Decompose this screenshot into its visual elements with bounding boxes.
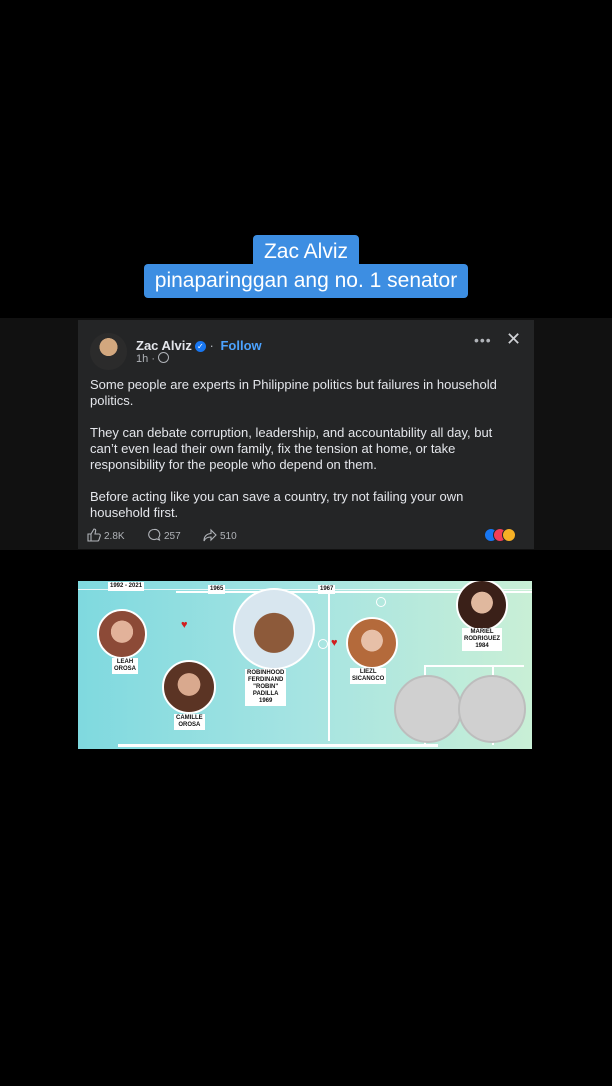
- post-header: Zac Alviz ✓ · Follow: [136, 338, 262, 353]
- ring-icon: [318, 639, 328, 649]
- caption-line-2: pinaparinggan ang no. 1 senator: [0, 264, 612, 298]
- child-placeholder-photo: [394, 675, 462, 743]
- share-count: 510: [220, 531, 237, 542]
- close-icon[interactable]: ✕: [506, 329, 521, 350]
- like-icon: [87, 528, 101, 542]
- like-count: 2.8K: [104, 531, 125, 542]
- post-paragraph-1: Some people are experts in Philippine po…: [90, 377, 497, 408]
- comment-count: 257: [164, 531, 181, 542]
- mariel-rodriguez-label: MARIEL RODRIGUEZ 1984: [462, 628, 502, 651]
- robin-padilla-label: ROBINHOOD FERDINAND "ROBIN" PADILLA 1969: [245, 669, 287, 706]
- robin-padilla-photo: [233, 588, 315, 670]
- verified-badge-icon: ✓: [194, 341, 206, 352]
- share-button[interactable]: 510: [203, 528, 237, 542]
- post-paragraph-3: Before acting like you can save a countr…: [90, 489, 464, 520]
- follow-button[interactable]: Follow: [220, 338, 261, 353]
- child-placeholder-photo: [458, 675, 526, 743]
- share-icon: [203, 528, 217, 542]
- mariel-rodriguez-photo: [456, 581, 508, 631]
- leah-orosa-label: LEAH OROSA: [112, 658, 139, 674]
- liezl-sicangco-photo: [346, 617, 398, 669]
- broken-heart-icon: ♥: [331, 637, 338, 649]
- broken-heart-icon: ♥: [181, 619, 188, 631]
- tree-year-label: 1967: [318, 585, 336, 594]
- liezl-sicangco-label: LIEZL SICANGCO: [350, 668, 387, 684]
- header-separator: ·: [209, 338, 214, 353]
- post-paragraph-2: They can debate corruption, leadership, …: [90, 425, 493, 472]
- more-icon[interactable]: •••: [474, 332, 492, 348]
- ring-icon: [376, 597, 386, 607]
- comment-icon: [148, 528, 161, 541]
- author-avatar[interactable]: [90, 333, 127, 370]
- tree-year-label: 1965: [208, 585, 226, 594]
- tree-year-label: 1992 - 2021: [108, 582, 145, 591]
- like-button[interactable]: 2.8K: [87, 528, 125, 542]
- globe-icon: [158, 352, 170, 363]
- comment-button[interactable]: 257: [147, 528, 181, 542]
- author-name[interactable]: Zac Alviz: [136, 338, 192, 353]
- family-tree-image: 1992 - 2021 1965 1967 LEAH OROSA ♥ CAMILL…: [78, 581, 532, 749]
- camille-orosa-photo: [162, 660, 216, 714]
- post-time[interactable]: 1h: [136, 353, 148, 365]
- leah-orosa-photo: [97, 609, 147, 659]
- meta-separator: ·: [151, 353, 155, 365]
- camille-orosa-label: CAMILLE OROSA: [174, 714, 205, 730]
- facebook-post: Zac Alviz ✓ · Follow 1h · ••• ✕ Some peop…: [78, 320, 534, 549]
- post-meta: 1h ·: [136, 352, 170, 365]
